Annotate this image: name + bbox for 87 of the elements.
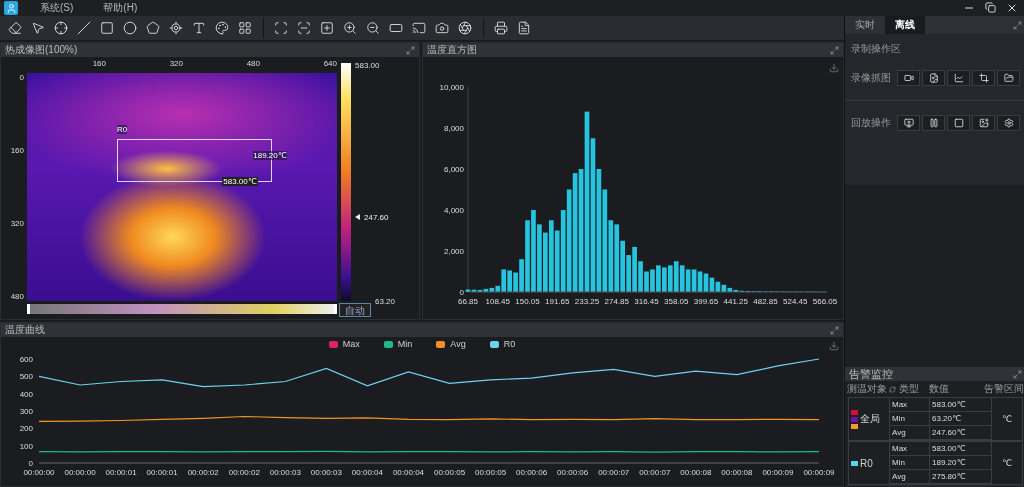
panel-title: 温度直方图 [427, 43, 477, 57]
y-tick-label: 10,000 [439, 83, 464, 92]
row-label: 录像抓图 [851, 71, 892, 85]
column-header: 测温对象 [847, 382, 887, 396]
x-tick-label: 00:00:05 [475, 468, 507, 477]
x-tick-label: 274.85 [604, 297, 629, 306]
x-tick-label: 00:00:02 [187, 468, 219, 477]
column-header: 数值 [929, 382, 949, 396]
y-tick-label: 0 [28, 459, 33, 468]
table-cell: ℃ [991, 398, 1022, 440]
table-cell: 275.80℃ [929, 470, 991, 484]
row-label: 回放操作 [851, 116, 892, 130]
y-tick-label: 2,000 [443, 247, 464, 256]
x-tick-label: 160 [91, 59, 106, 70]
y-tick-label: 8,000 [443, 124, 464, 133]
x-tick-label: 108.45 [485, 297, 510, 306]
x-tick-label: 482.85 [753, 297, 778, 306]
x-tick-label: 00:00:00 [23, 468, 55, 477]
x-tick-label: 00:00:03 [310, 468, 342, 477]
x-tick-label: 566.05 [812, 297, 838, 306]
y-tick-label: 200 [19, 424, 33, 434]
object-name: 全局 [860, 412, 880, 426]
table-cell: Min [889, 412, 929, 426]
x-tick-label: 66.85 [458, 297, 478, 306]
x-tick-label: 640 [322, 59, 337, 70]
x-tick-label: 399.65 [693, 297, 719, 306]
x-tick-label: 00:00:02 [228, 468, 260, 477]
x-tick-label: 00:00:09 [762, 468, 794, 477]
y-tick-label: 6,000 [443, 165, 464, 174]
table-cell: Min [889, 456, 929, 470]
panel-title: 温度曲线 [5, 323, 45, 337]
y-tick-label: 320 [10, 219, 24, 228]
y-tick-label: 100 [19, 441, 33, 451]
x-tick-label: 00:00:05 [433, 468, 466, 477]
x-tick-label: 524.45 [783, 297, 808, 306]
y-tick-label: 600 [19, 355, 33, 364]
min-temperature-label: 189.20℃ [253, 150, 287, 160]
scale-min-label: 63.20 [375, 297, 396, 306]
table-cell: Avg [889, 470, 929, 484]
scale-pointer-label: 247.60 [364, 212, 389, 222]
y-tick-label: 300 [19, 407, 33, 416]
y-tick-label: 160 [10, 146, 24, 155]
object-name: R0 [860, 457, 873, 469]
x-tick-label: 00:00:01 [146, 468, 178, 477]
scale-max-label: 583.00 [355, 61, 380, 70]
y-tick-label: 500 [19, 372, 33, 382]
x-tick-label: 316.45 [634, 297, 659, 306]
y-tick-label: 0 [459, 288, 464, 297]
table-cell: ℃ [991, 442, 1022, 484]
x-tick-label: 00:00:01 [105, 468, 137, 477]
y-tick-label: 400 [19, 389, 33, 399]
x-tick-label: 441.25 [723, 297, 748, 306]
x-tick-label: 00:00:07 [639, 468, 671, 477]
column-header: 告警区间 [984, 382, 1024, 396]
x-tick-label: 233.25 [574, 297, 600, 306]
table-cell: Max [889, 442, 929, 456]
x-tick-label: 00:00:08 [680, 468, 712, 477]
y-tick-label: 4,000 [443, 206, 464, 215]
x-tick-label: 00:00:08 [721, 468, 753, 477]
x-tick-label: 00:00:03 [269, 468, 301, 477]
table-cell: 247.60℃ [929, 426, 991, 440]
x-tick-label: 00:00:04 [351, 468, 383, 477]
x-tick-label: 191.65 [545, 297, 570, 306]
table-cell: Avg [889, 426, 929, 440]
x-tick-label: 00:00:07 [598, 468, 630, 477]
section-title: 录制操作区 [851, 43, 901, 54]
table-cell: 189.20℃ [929, 456, 991, 470]
column-header: 类型 [899, 382, 919, 396]
x-tick-label: 00:00:09 [803, 468, 835, 477]
table-cell: 63.20℃ [929, 412, 991, 426]
table-cell: 583.00℃ [929, 442, 991, 456]
table-cell: 583.00℃ [929, 398, 991, 412]
y-tick-label: 0 [19, 73, 24, 82]
x-tick-label: 358.05 [664, 297, 689, 306]
max-temperature-label: 583.00℃ [222, 176, 258, 186]
panel-title: 告警监控 [849, 366, 893, 382]
x-tick-label: 480 [245, 59, 260, 70]
table-cell: Max [889, 398, 929, 412]
roi-label: R0 [116, 125, 128, 135]
x-tick-label: 150.05 [515, 297, 540, 306]
x-tick-label: 320 [168, 59, 183, 70]
panel-title: 热成像图(100%) [5, 43, 78, 57]
x-tick-label: 00:00:06 [516, 468, 548, 477]
x-tick-label: 00:00:00 [64, 468, 96, 477]
y-tick-label: 480 [10, 292, 24, 301]
x-tick-label: 00:00:04 [392, 468, 425, 477]
x-tick-label: 00:00:06 [557, 468, 589, 477]
